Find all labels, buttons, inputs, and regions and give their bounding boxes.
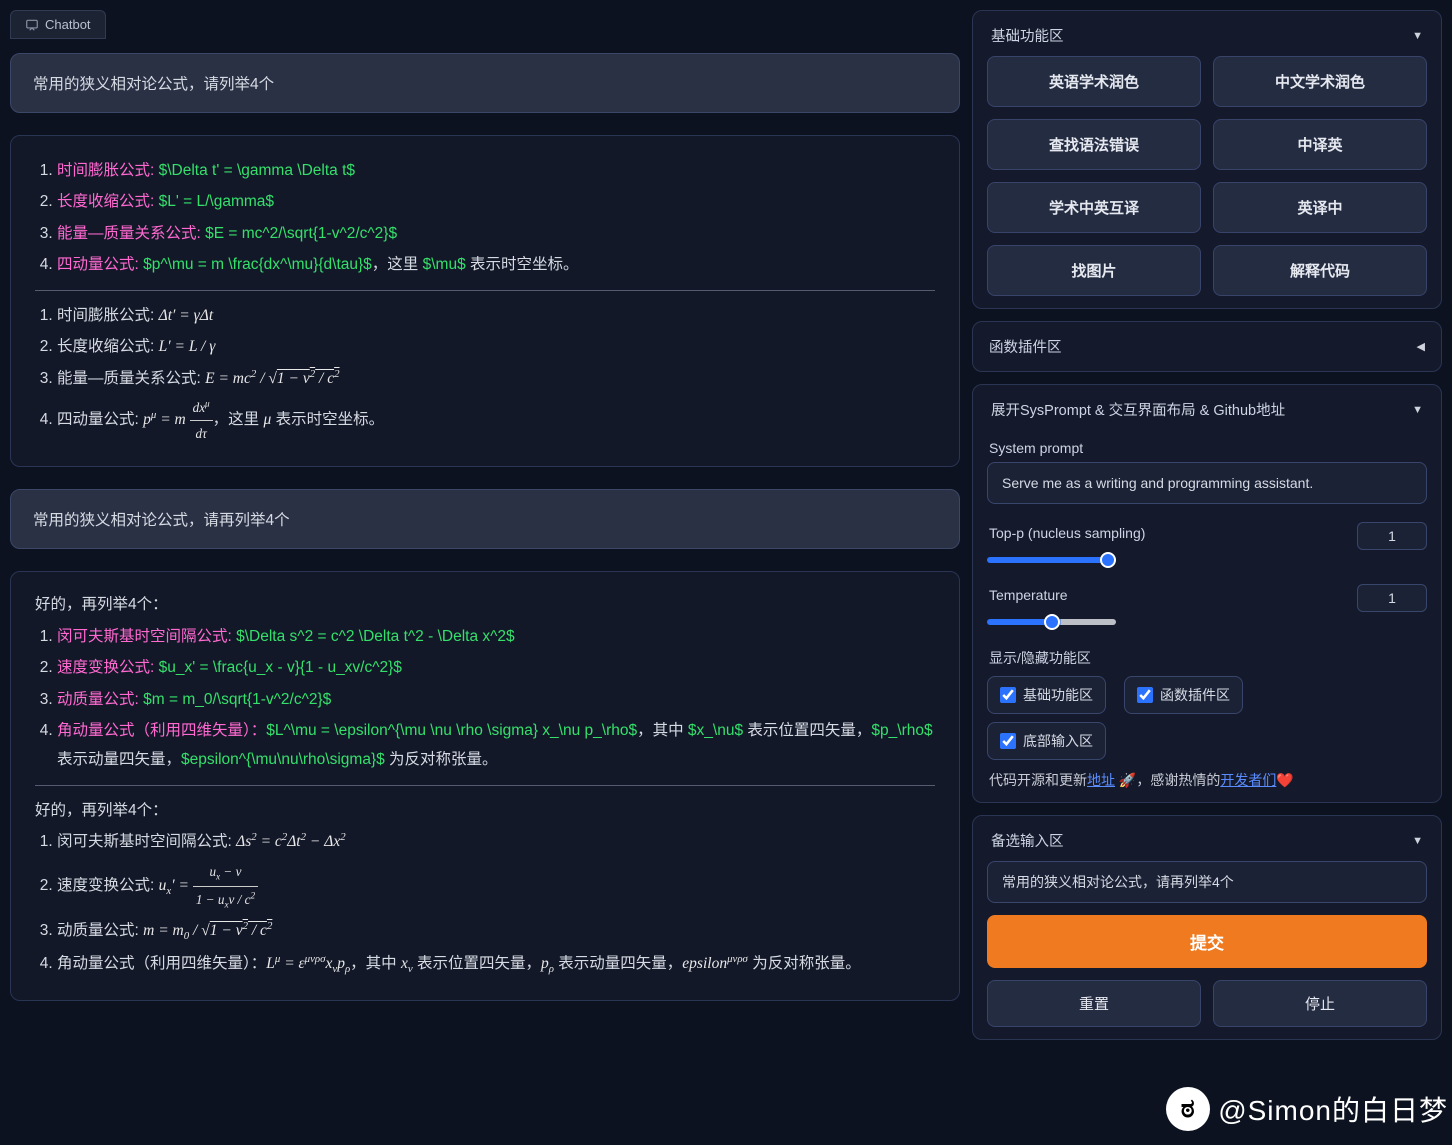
btn-en-to-zh[interactable]: 英译中 xyxy=(1213,182,1427,233)
panel-input: 备选输入区 ▼ 提交 重置 停止 xyxy=(972,815,1442,1040)
temp-slider[interactable] xyxy=(987,619,1116,625)
topp-slider[interactable] xyxy=(987,557,1116,563)
btn-english-polish[interactable]: 英语学术润色 xyxy=(987,56,1201,107)
assistant-message-2: 好的，再列举4个： 闵可夫斯基时空间隔公式: $\Delta s^2 = c^2… xyxy=(10,571,960,1001)
topp-label: Top-p (nucleus sampling) xyxy=(989,525,1343,541)
tab-chatbot[interactable]: Chatbot xyxy=(10,10,106,39)
alt-input[interactable] xyxy=(987,861,1427,903)
chat-icon xyxy=(25,18,39,32)
btn-grammar-check[interactable]: 查找语法错误 xyxy=(987,119,1201,170)
weibo-icon: ಠ xyxy=(1166,1087,1210,1131)
btn-explain-code[interactable]: 解释代码 xyxy=(1213,245,1427,296)
panel-input-header[interactable]: 备选输入区 ▼ xyxy=(987,828,1427,861)
user-message-1: 常用的狭义相对论公式，请列举4个 xyxy=(10,53,960,113)
repo-link[interactable]: 地址 xyxy=(1087,772,1115,788)
panel-basic-header[interactable]: 基础功能区 ▼ xyxy=(987,23,1427,56)
check-bottom-input[interactable]: 底部输入区 xyxy=(987,722,1106,760)
chevron-down-icon: ▼ xyxy=(1412,30,1423,42)
toggle-section-label: 显示/隐藏功能区 xyxy=(989,648,1425,668)
reset-button[interactable]: 重置 xyxy=(987,980,1201,1027)
user-message-2: 常用的狭义相对论公式，请再列举4个 xyxy=(10,489,960,549)
tab-label: Chatbot xyxy=(45,17,91,32)
sysprompt-label: System prompt xyxy=(989,440,1425,456)
panel-plugins: 函数插件区 ◀ xyxy=(972,321,1442,372)
submit-button[interactable]: 提交 xyxy=(987,915,1427,968)
stop-button[interactable]: 停止 xyxy=(1213,980,1427,1027)
topp-value[interactable] xyxy=(1357,522,1427,550)
tab-bar: Chatbot xyxy=(10,10,960,39)
btn-zh-to-en[interactable]: 中译英 xyxy=(1213,119,1427,170)
check-plugins[interactable]: 函数插件区 xyxy=(1124,676,1243,714)
temp-label: Temperature xyxy=(989,587,1343,603)
devs-link[interactable]: 开发者们 xyxy=(1220,772,1276,788)
btn-find-image[interactable]: 找图片 xyxy=(987,245,1201,296)
chevron-down-icon: ▼ xyxy=(1412,835,1423,847)
watermark: ಠ @Simon的白日梦 xyxy=(1166,1087,1448,1131)
chevron-left-icon: ◀ xyxy=(1417,340,1425,353)
panel-basic: 基础功能区 ▼ 英语学术润色 中文学术润色 查找语法错误 中译英 学术中英互译 … xyxy=(972,10,1442,309)
panel-expand: 展开SysPrompt & 交互界面布局 & Github地址 ▼ System… xyxy=(972,384,1442,803)
temp-value[interactable] xyxy=(1357,584,1427,612)
panel-expand-header[interactable]: 展开SysPrompt & 交互界面布局 & Github地址 ▼ xyxy=(987,397,1427,430)
assistant-message-1: 时间膨胀公式: $\Delta t' = \gamma \Delta t$ 长度… xyxy=(10,135,960,467)
btn-academic-trans[interactable]: 学术中英互译 xyxy=(987,182,1201,233)
sysprompt-input[interactable] xyxy=(987,462,1427,504)
footer-note: 代码开源和更新地址 🚀，感谢热情的开发者们❤️ xyxy=(989,770,1425,790)
check-basic[interactable]: 基础功能区 xyxy=(987,676,1106,714)
btn-chinese-polish[interactable]: 中文学术润色 xyxy=(1213,56,1427,107)
panel-plugins-header[interactable]: 函数插件区 ◀ xyxy=(989,336,1425,357)
chevron-down-icon: ▼ xyxy=(1412,404,1423,416)
